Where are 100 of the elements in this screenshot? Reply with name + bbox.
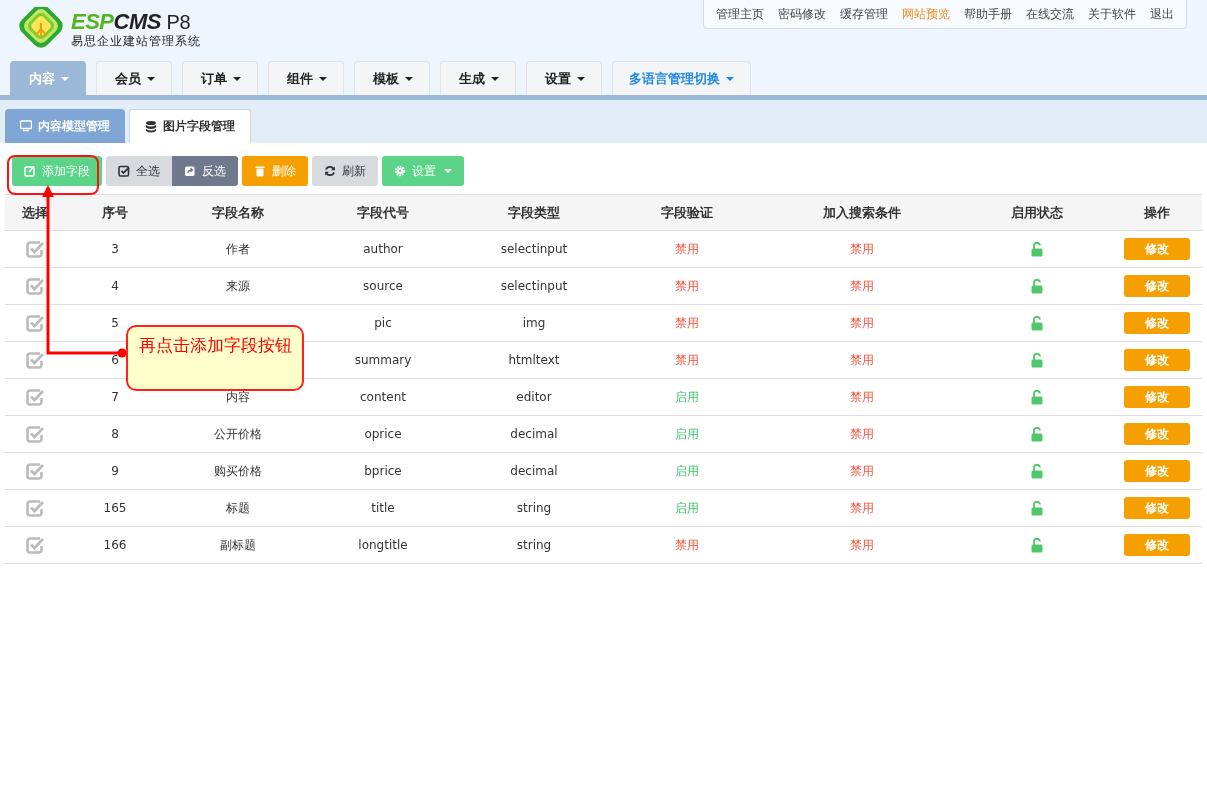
status-text[interactable]: 禁用 — [850, 240, 874, 258]
table-cell: 7 — [111, 390, 119, 404]
table-cell: string — [516, 538, 552, 552]
edit-button[interactable]: 修改 — [1123, 312, 1190, 334]
checkbox[interactable] — [26, 314, 44, 332]
checkbox[interactable] — [26, 351, 44, 369]
edit-button[interactable]: 修改 — [1123, 349, 1190, 371]
refresh-icon — [324, 165, 336, 177]
checkbox[interactable] — [26, 388, 44, 406]
top-link[interactable]: 在线交流 — [1026, 5, 1074, 23]
table-cell: source — [363, 279, 403, 293]
table-cell: img — [522, 316, 546, 330]
status-text[interactable]: 禁用 — [850, 277, 874, 295]
edit-button[interactable]: 修改 — [1123, 497, 1190, 519]
status-text[interactable]: 禁用 — [850, 499, 874, 517]
status-text[interactable]: 启用 — [675, 499, 699, 517]
top-link[interactable]: 网站预览 — [902, 5, 950, 23]
checkbox[interactable] — [26, 240, 44, 258]
edit-button[interactable]: 修改 — [1123, 423, 1190, 445]
table-cell: editor — [516, 390, 552, 404]
nav-tab[interactable]: 设置 — [526, 61, 602, 95]
status-text[interactable]: 禁用 — [675, 240, 699, 258]
unlock-icon[interactable] — [1031, 500, 1043, 516]
status-text[interactable]: 禁用 — [850, 462, 874, 480]
top-link[interactable]: 帮助手册 — [964, 5, 1012, 23]
column-header: 序号 — [101, 203, 129, 222]
unlock-icon[interactable] — [1031, 426, 1043, 442]
table-cell: selectinput — [500, 242, 568, 256]
status-text[interactable]: 启用 — [675, 388, 699, 406]
database-icon — [145, 120, 157, 133]
unlock-icon[interactable] — [1031, 352, 1043, 368]
toolbar-button[interactable]: 设置 — [382, 156, 464, 186]
table-cell: 166 — [103, 538, 127, 552]
status-text[interactable]: 启用 — [675, 425, 699, 443]
table-cell: 内容 — [226, 388, 250, 406]
nav-tab[interactable]: 生成 — [440, 61, 516, 95]
top-link[interactable]: 管理主页 — [716, 5, 764, 23]
sub-tab[interactable]: 图片字段管理 — [129, 109, 251, 143]
status-text[interactable]: 禁用 — [850, 536, 874, 554]
column-header: 字段验证 — [660, 203, 714, 222]
edit-button[interactable]: 修改 — [1123, 534, 1190, 556]
status-text[interactable]: 禁用 — [850, 388, 874, 406]
unlock-icon[interactable] — [1031, 241, 1043, 257]
checkbox[interactable] — [26, 462, 44, 480]
toolbar-button[interactable]: 全选 — [106, 156, 172, 186]
checkbox[interactable] — [26, 277, 44, 295]
toolbar-button[interactable]: 反选 — [172, 156, 238, 186]
checkbox[interactable] — [26, 425, 44, 443]
nav-tab[interactable]: 多语言管理切换 — [612, 61, 751, 95]
unlock-icon[interactable] — [1031, 537, 1043, 553]
nav-tab[interactable]: 模板 — [354, 61, 430, 95]
unlock-icon[interactable] — [1031, 463, 1043, 479]
table-cell: bprice — [364, 464, 402, 478]
edit-button[interactable]: 修改 — [1123, 275, 1190, 297]
table-cell: decimal — [510, 427, 558, 441]
share-icon — [184, 165, 196, 177]
unlock-icon[interactable] — [1031, 278, 1043, 294]
status-text[interactable]: 禁用 — [675, 314, 699, 332]
table-cell: title — [371, 501, 395, 515]
checkbox[interactable] — [26, 499, 44, 517]
toolbar-button[interactable]: 添加字段 — [12, 156, 102, 186]
status-text[interactable]: 禁用 — [675, 277, 699, 295]
nav-tab[interactable]: 内容 — [10, 61, 86, 95]
table-cell: pic — [374, 316, 392, 330]
checkbox[interactable] — [26, 536, 44, 554]
table-cell: author — [363, 242, 403, 256]
top-link[interactable]: 关于软件 — [1088, 5, 1136, 23]
table-cell: decimal — [510, 464, 558, 478]
table-cell: longtitle — [358, 538, 408, 552]
toolbar-button[interactable]: 刷新 — [312, 156, 378, 186]
status-text[interactable]: 禁用 — [850, 425, 874, 443]
unlock-icon[interactable] — [1031, 389, 1043, 405]
status-text[interactable]: 禁用 — [675, 351, 699, 369]
top-link[interactable]: 密码修改 — [778, 5, 826, 23]
table-cell: 购买价格 — [214, 462, 262, 480]
toolbar-button[interactable]: 删除 — [242, 156, 308, 186]
edit-button[interactable]: 修改 — [1123, 238, 1190, 260]
column-header: 字段代号 — [356, 203, 410, 222]
status-text[interactable]: 禁用 — [675, 536, 699, 554]
edit-button[interactable]: 修改 — [1123, 460, 1190, 482]
nav-tab[interactable]: 会员 — [96, 61, 172, 95]
column-header: 操作 — [1142, 203, 1171, 222]
status-text[interactable]: 启用 — [675, 462, 699, 480]
logo-subtitle: 易思企业建站管理系统 — [71, 32, 201, 50]
top-link[interactable]: 缓存管理 — [840, 5, 888, 23]
status-text[interactable]: 禁用 — [850, 314, 874, 332]
nav-tab[interactable]: 组件 — [268, 61, 344, 95]
table-cell: 165 — [103, 501, 127, 515]
column-header: 启用状态 — [1010, 203, 1064, 222]
edit-button[interactable]: 修改 — [1123, 386, 1190, 408]
table-cell: 5 — [111, 316, 119, 330]
sub-tab[interactable]: 内容模型管理 — [5, 109, 125, 143]
trash-icon — [254, 165, 266, 177]
nav-tab[interactable]: 订单 — [182, 61, 258, 95]
table-cell: 3 — [111, 242, 119, 256]
unlock-icon[interactable] — [1031, 315, 1043, 331]
table-cell: 来源 — [226, 277, 250, 295]
top-link[interactable]: 退出 — [1150, 5, 1174, 23]
status-text[interactable]: 禁用 — [850, 351, 874, 369]
callout-note: 再点击添加字段按钮 — [126, 325, 304, 391]
